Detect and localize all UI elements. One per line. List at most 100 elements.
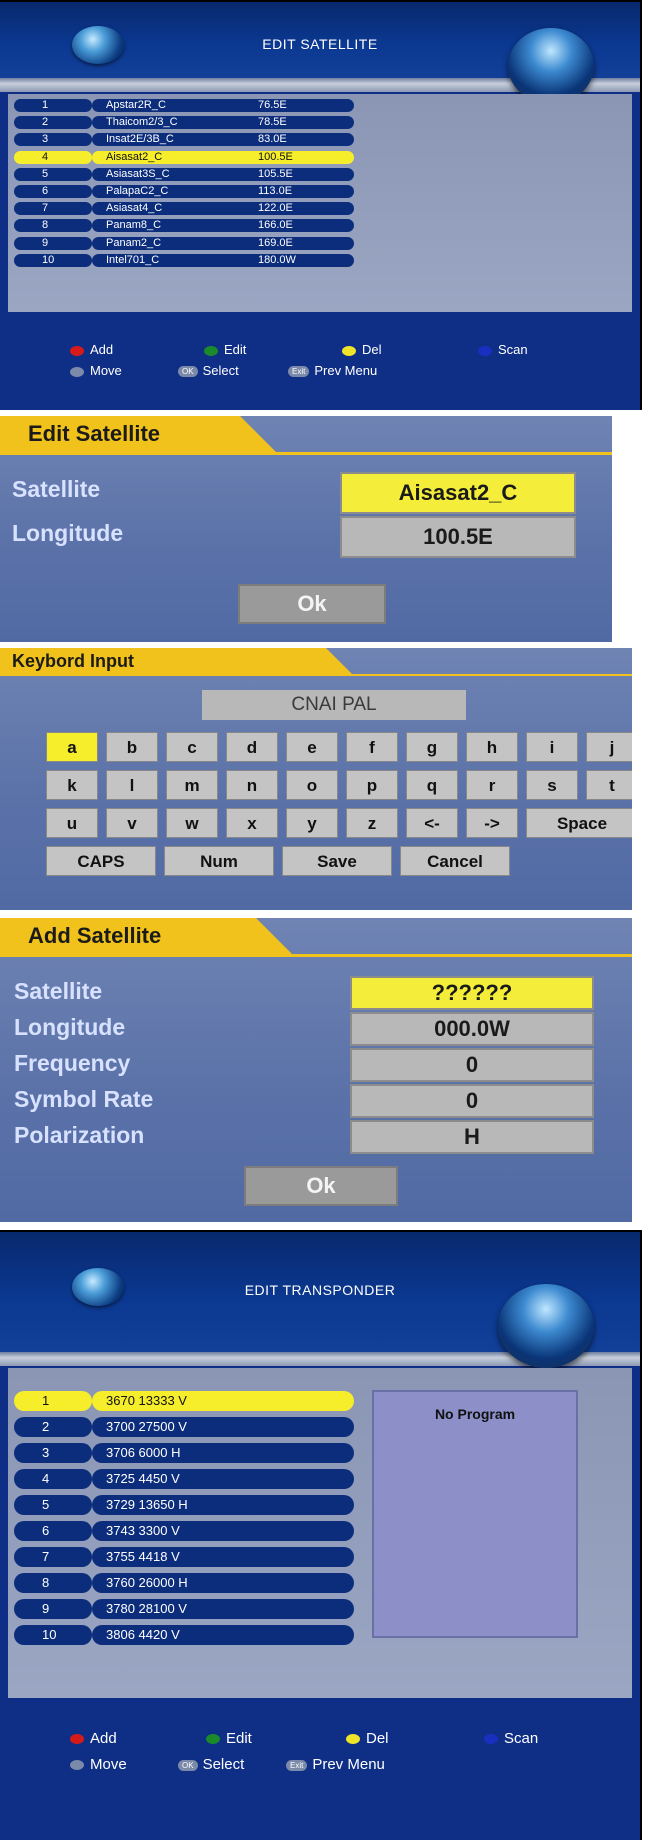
keyboard-text-display[interactable]: CNAI PAL	[202, 690, 466, 720]
key-v[interactable]: v	[106, 808, 158, 838]
transponder-row[interactable]: 5 3729 13650 H	[14, 1494, 354, 1516]
key-caps[interactable]: CAPS	[46, 846, 156, 876]
satellite-row[interactable]: 2 Thaicom2/3_C 78.5E	[14, 115, 354, 130]
transponder-row[interactable]: 4 3725 4450 V	[14, 1468, 354, 1490]
key-d[interactable]: d	[226, 732, 278, 762]
legend-del[interactable]: Del	[342, 342, 382, 357]
key-x[interactable]: x	[226, 808, 278, 838]
satellite-row[interactable]: 1 Apstar2R_C 76.5E	[14, 98, 354, 113]
transponder-row[interactable]: 9 3780 28100 V	[14, 1598, 354, 1620]
key-backspace[interactable]: <-	[406, 808, 458, 838]
key-b[interactable]: b	[106, 732, 158, 762]
exit-key-icon: Exit	[288, 366, 310, 378]
legend-add[interactable]: Add	[70, 1730, 117, 1747]
transponder-value: 3725 4450 V	[92, 1469, 354, 1489]
key-t[interactable]: t	[586, 770, 632, 800]
transponder-value: 3760 26000 H	[92, 1573, 354, 1593]
legend-move[interactable]: Move	[70, 1756, 127, 1773]
satellite-row[interactable]: 10 Intel701_C 180.0W	[14, 253, 354, 268]
key-forward[interactable]: ->	[466, 808, 518, 838]
key-n[interactable]: n	[226, 770, 278, 800]
key-i[interactable]: i	[526, 732, 578, 762]
key-a[interactable]: a	[46, 732, 98, 762]
legend-edit[interactable]: Edit	[204, 342, 246, 357]
legend-add[interactable]: Add	[70, 342, 113, 357]
legend-edit[interactable]: Edit	[206, 1730, 252, 1747]
key-u[interactable]: u	[46, 808, 98, 838]
satellite-row[interactable]: 9 Panam2_C 169.0E	[14, 236, 354, 251]
key-r[interactable]: r	[466, 770, 518, 800]
key-q[interactable]: q	[406, 770, 458, 800]
satellite-row[interactable]: 8 Panam8_C 166.0E	[14, 218, 354, 233]
legend-prev-menu[interactable]: Exit Prev Menu	[286, 1756, 385, 1773]
legend-select[interactable]: OK Select	[178, 363, 239, 378]
transponder-value: 3755 4418 V	[92, 1547, 354, 1567]
red-key-icon	[70, 1734, 84, 1745]
edit-transponder-screen: EDIT TRANSPONDER 1 3670 13333 V 2 3700 2750…	[0, 1230, 642, 1840]
satellite-name-field[interactable]: Aisasat2_C	[340, 472, 576, 514]
key-j[interactable]: j	[586, 732, 632, 762]
legend-scan[interactable]: Scan	[478, 342, 528, 357]
satellite-row[interactable]: 4 Aisasat2_C 100.5E	[14, 150, 354, 165]
field-value[interactable]: ??????	[350, 976, 594, 1010]
satellite-name-cell: PalapaC2_C 113.0E	[92, 185, 354, 198]
no-program-label: No Program	[434, 1406, 516, 1422]
satellite-name-cell: Asiasat4_C 122.0E	[92, 202, 354, 216]
key-space[interactable]: Space	[526, 808, 632, 838]
field-value[interactable]: 0	[350, 1084, 594, 1118]
ok-button[interactable]: Ok	[244, 1166, 398, 1206]
key-c[interactable]: c	[166, 732, 218, 762]
row-number: 8	[14, 219, 92, 233]
field-value[interactable]: 000.0W	[350, 1012, 594, 1046]
transponder-list-area: 1 3670 13333 V 2 3700 27500 V 3 3706 6000 H 43…	[8, 1368, 632, 1698]
satellite-longitude: 180.0W	[258, 253, 296, 266]
key-save[interactable]: Save	[282, 846, 392, 876]
transponder-value: 3700 27500 V	[92, 1417, 354, 1437]
color-key-legend: Add Edit Del Scan Move OK Select Exit Prev…	[0, 1730, 640, 1790]
key-p[interactable]: p	[346, 770, 398, 800]
legend-scan[interactable]: Scan	[484, 1730, 538, 1747]
key-num[interactable]: Num	[164, 846, 274, 876]
key-f[interactable]: f	[346, 732, 398, 762]
satellite-row[interactable]: 3 Insat2E/3B_C 83.0E	[14, 132, 354, 147]
satellite-row[interactable]: 6 PalapaC2_C 113.0E	[14, 184, 354, 199]
transponder-row[interactable]: 2 3700 27500 V	[14, 1416, 354, 1438]
satellite-name-cell: Panam2_C 169.0E	[92, 236, 354, 250]
key-k[interactable]: k	[46, 770, 98, 800]
key-l[interactable]: l	[106, 770, 158, 800]
transponder-row[interactable]: 10 3806 4420 V	[14, 1624, 354, 1646]
key-o[interactable]: o	[286, 770, 338, 800]
key-s[interactable]: s	[526, 770, 578, 800]
legend-move[interactable]: Move	[70, 363, 122, 378]
legend-del[interactable]: Del	[346, 1730, 389, 1747]
row-number: 1	[14, 99, 92, 112]
key-cancel[interactable]: Cancel	[400, 846, 510, 876]
field-value[interactable]: H	[350, 1120, 594, 1154]
ok-button[interactable]: Ok	[238, 584, 386, 624]
key-h[interactable]: h	[466, 732, 518, 762]
key-y[interactable]: y	[286, 808, 338, 838]
satellite-row[interactable]: 5 Asiasat3S_C 105.5E	[14, 167, 354, 182]
key-m[interactable]: m	[166, 770, 218, 800]
transponder-row[interactable]: 3 3706 6000 H	[14, 1442, 354, 1464]
row-number: 9	[14, 236, 92, 250]
key-g[interactable]: g	[406, 732, 458, 762]
edit-satellite-dialog: Edit Satellite Satellite Aisasat2_C Long…	[0, 416, 612, 642]
legend-select[interactable]: OK Select	[178, 1756, 244, 1773]
transponder-value: 3743 3300 V	[92, 1521, 354, 1541]
transponder-row[interactable]: 8 3760 26000 H	[14, 1572, 354, 1594]
transponder-row[interactable]: 7 3755 4418 V	[14, 1546, 354, 1568]
longitude-field[interactable]: 100.5E	[340, 516, 576, 558]
key-e[interactable]: e	[286, 732, 338, 762]
row-number: 7	[14, 1547, 92, 1567]
transponder-row[interactable]: 1 3670 13333 V	[14, 1390, 354, 1412]
key-w[interactable]: w	[166, 808, 218, 838]
transponder-row[interactable]: 6 3743 3300 V	[14, 1520, 354, 1542]
satellite-row[interactable]: 7 Asiasat4_C 122.0E	[14, 201, 354, 216]
legend-prev-menu[interactable]: Exit Prev Menu	[288, 363, 377, 378]
blue-key-icon	[478, 345, 492, 356]
key-z[interactable]: z	[346, 808, 398, 838]
field-value[interactable]: 0	[350, 1048, 594, 1082]
satellite-name: Asiasat4_C	[106, 202, 163, 215]
satellite-name-cell: Panam8_C 166.0E	[92, 219, 354, 233]
